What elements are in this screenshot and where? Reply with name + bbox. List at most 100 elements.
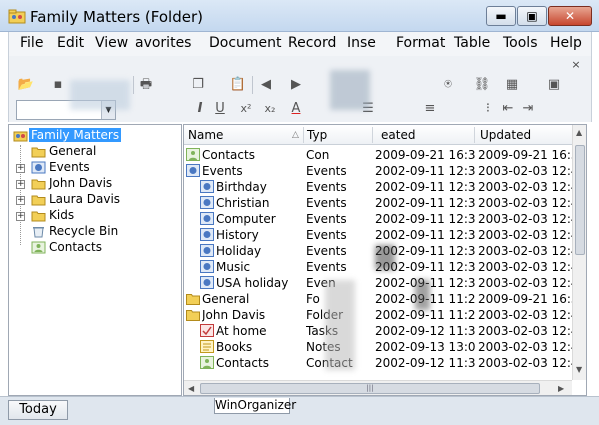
table-row[interactable]: ChristianEvents2002-09-11 12:34:312003-0… xyxy=(184,195,574,211)
menu-insert[interactable]: Inse xyxy=(347,35,376,51)
column-header-created[interactable]: eated xyxy=(381,128,415,142)
tree-root-family-matters[interactable]: Family Matters xyxy=(11,128,131,144)
family-icon xyxy=(13,131,28,142)
table-row[interactable]: Contacts Con 2009-09-21 16:37:402009-09-21… xyxy=(184,147,574,163)
cell-updated: 2003-02-03 12:49:3 xyxy=(478,180,574,194)
events-icon xyxy=(200,180,214,193)
cell-name: John Davis xyxy=(202,308,266,322)
table-grid-icon[interactable]: ▦ xyxy=(502,74,522,96)
column-divider[interactable] xyxy=(372,127,373,143)
scroll-down-icon[interactable]: ▼ xyxy=(576,365,582,374)
cell-updated: 2003-02-03 12:49:3 xyxy=(478,164,574,178)
cell-type: Events xyxy=(306,212,347,226)
menu-edit[interactable]: Edit xyxy=(57,35,84,51)
table-row[interactable]: USA holidayEven2002-09-11 12:34:332003-0… xyxy=(184,275,574,291)
bullet-list-icon[interactable]: ⁝ xyxy=(478,98,498,120)
font-color-icon[interactable]: A xyxy=(286,98,306,120)
cell-updated: 2009-09-21 16:37:4 xyxy=(478,148,574,162)
save-icon[interactable]: ▪ xyxy=(48,74,68,96)
expand-kids-icon[interactable]: + xyxy=(16,212,25,221)
subscript-icon[interactable]: x₂ xyxy=(260,98,280,120)
align-justify-icon[interactable]: ≡ xyxy=(420,98,440,120)
today-button[interactable]: Today xyxy=(8,400,68,420)
events-icon xyxy=(200,212,214,225)
horizontal-scrollbar[interactable]: ◀ ||| ▶ xyxy=(184,380,572,395)
table-row[interactable]: GeneralFo2002-09-11 11:28:122009-09-21 1… xyxy=(184,291,574,307)
table-row[interactable]: At homeTasks2002-09-12 11:36:252003-02-0… xyxy=(184,323,574,339)
menu-favorites[interactable]: avorites xyxy=(135,35,191,51)
close-button[interactable]: ✕ xyxy=(548,6,592,26)
forward-icon[interactable]: ▶ xyxy=(286,74,306,96)
italic-icon[interactable]: I xyxy=(190,98,210,120)
menu-help[interactable]: Help xyxy=(550,35,582,51)
cell-created: 2002-09-11 12:34:32 xyxy=(375,228,475,242)
table-row[interactable]: ComputerEvents2002-09-11 12:34:322003-02… xyxy=(184,211,574,227)
cell-type: Events xyxy=(306,228,347,242)
folder-tree[interactable]: Family Matters General + Events + John D… xyxy=(8,124,182,396)
mdi-close-icon[interactable]: × xyxy=(567,58,585,72)
minimize-button[interactable]: ▬ xyxy=(486,6,516,26)
print-icon[interactable]: 🖶 xyxy=(136,74,156,96)
table-row[interactable]: BirthdayEvents2002-09-11 12:34:312003-02… xyxy=(184,179,574,195)
tree-item-label: Kids xyxy=(49,208,75,222)
events-icon xyxy=(200,228,214,241)
tree-item-label: John Davis xyxy=(49,176,113,190)
paste-icon[interactable]: 📋 xyxy=(228,74,248,96)
cell-created: 2002-09-11 12:34:31 xyxy=(375,180,475,194)
maximize-button[interactable]: ▣ xyxy=(517,6,547,26)
column-divider[interactable] xyxy=(303,127,304,143)
tree-item-john-davis[interactable]: John Davis xyxy=(29,176,169,192)
column-header-type[interactable]: Typ xyxy=(307,128,327,142)
tree-item-laura-davis[interactable]: Laura Davis xyxy=(29,192,169,208)
tree-item-kids[interactable]: Kids xyxy=(29,208,169,224)
table-row[interactable]: ContactsContact2002-09-12 11:36:192003-0… xyxy=(184,355,574,371)
menu-record[interactable]: Record xyxy=(288,35,336,51)
table-row[interactable]: Events Events 2002-09-11 12:34:312003-02-0… xyxy=(184,163,574,179)
superscript-icon[interactable]: x² xyxy=(236,98,256,120)
menu-table[interactable]: Table xyxy=(454,35,490,51)
table-row[interactable]: John DavisFolder2002-09-11 11:28:122003-… xyxy=(184,307,574,323)
column-header-name[interactable]: Name xyxy=(188,128,223,142)
menu-file[interactable]: File xyxy=(20,35,43,51)
menu-view[interactable]: View xyxy=(95,35,128,51)
column-divider[interactable] xyxy=(474,127,475,143)
window-title: Family Matters (Folder) xyxy=(30,8,203,26)
expand-laura-davis-icon[interactable]: + xyxy=(16,196,25,205)
app-icon xyxy=(8,9,26,24)
expand-events-icon[interactable]: + xyxy=(16,164,25,173)
title-bar: Family Matters (Folder) ▬ ▣ ✕ xyxy=(0,0,599,32)
back-icon[interactable]: ◀ xyxy=(256,74,276,96)
cell-type: Events xyxy=(306,164,347,178)
scroll-left-icon[interactable]: ◀ xyxy=(188,384,194,393)
tab-winorganizer[interactable]: WinOrganizer xyxy=(214,398,296,414)
tree-item-events[interactable]: Events xyxy=(29,160,169,176)
vertical-scroll-thumb[interactable] xyxy=(575,145,585,255)
cell-created: 2002-09-12 11:36:25 xyxy=(375,324,475,338)
horizontal-scroll-thumb[interactable]: ||| xyxy=(200,383,540,394)
events-icon xyxy=(200,276,214,289)
column-header-updated[interactable]: Updated xyxy=(480,128,531,142)
tree-item-label: Events xyxy=(49,160,90,174)
scroll-up-icon[interactable]: ▲ xyxy=(576,128,582,137)
contacts-icon xyxy=(186,148,200,161)
copy-icon[interactable]: ❐ xyxy=(188,74,208,96)
vertical-scrollbar[interactable]: ▲ ▼ xyxy=(572,125,586,380)
indent-icon[interactable]: ⇥ xyxy=(518,98,538,120)
outdent-icon[interactable]: ⇤ xyxy=(498,98,518,120)
menu-document[interactable]: Document xyxy=(209,35,282,51)
open-folder-icon[interactable]: 📂 xyxy=(16,74,36,96)
link-icon[interactable]: ⛓ xyxy=(472,74,492,96)
scroll-right-icon[interactable]: ▶ xyxy=(558,384,564,393)
tree-item-general[interactable]: General xyxy=(29,144,169,160)
underline-icon[interactable]: U xyxy=(210,98,230,120)
table-row[interactable]: HistoryEvents2002-09-11 12:34:322003-02-… xyxy=(184,227,574,243)
image-icon[interactable]: ▣ xyxy=(544,74,564,96)
table-row[interactable]: BooksNotes2002-09-13 13:05:372003-02-03 … xyxy=(184,339,574,355)
attach-icon[interactable]: ⍟ xyxy=(438,74,458,96)
menu-format[interactable]: Format xyxy=(396,35,445,51)
menu-tools[interactable]: Tools xyxy=(503,35,538,51)
expand-john-davis-icon[interactable]: + xyxy=(16,180,25,189)
tree-item-contacts[interactable]: Contacts xyxy=(29,240,169,256)
cell-created: 2002-09-12 11:36:19 xyxy=(375,356,475,370)
tree-item-recycle-bin[interactable]: Recycle Bin xyxy=(29,224,169,240)
